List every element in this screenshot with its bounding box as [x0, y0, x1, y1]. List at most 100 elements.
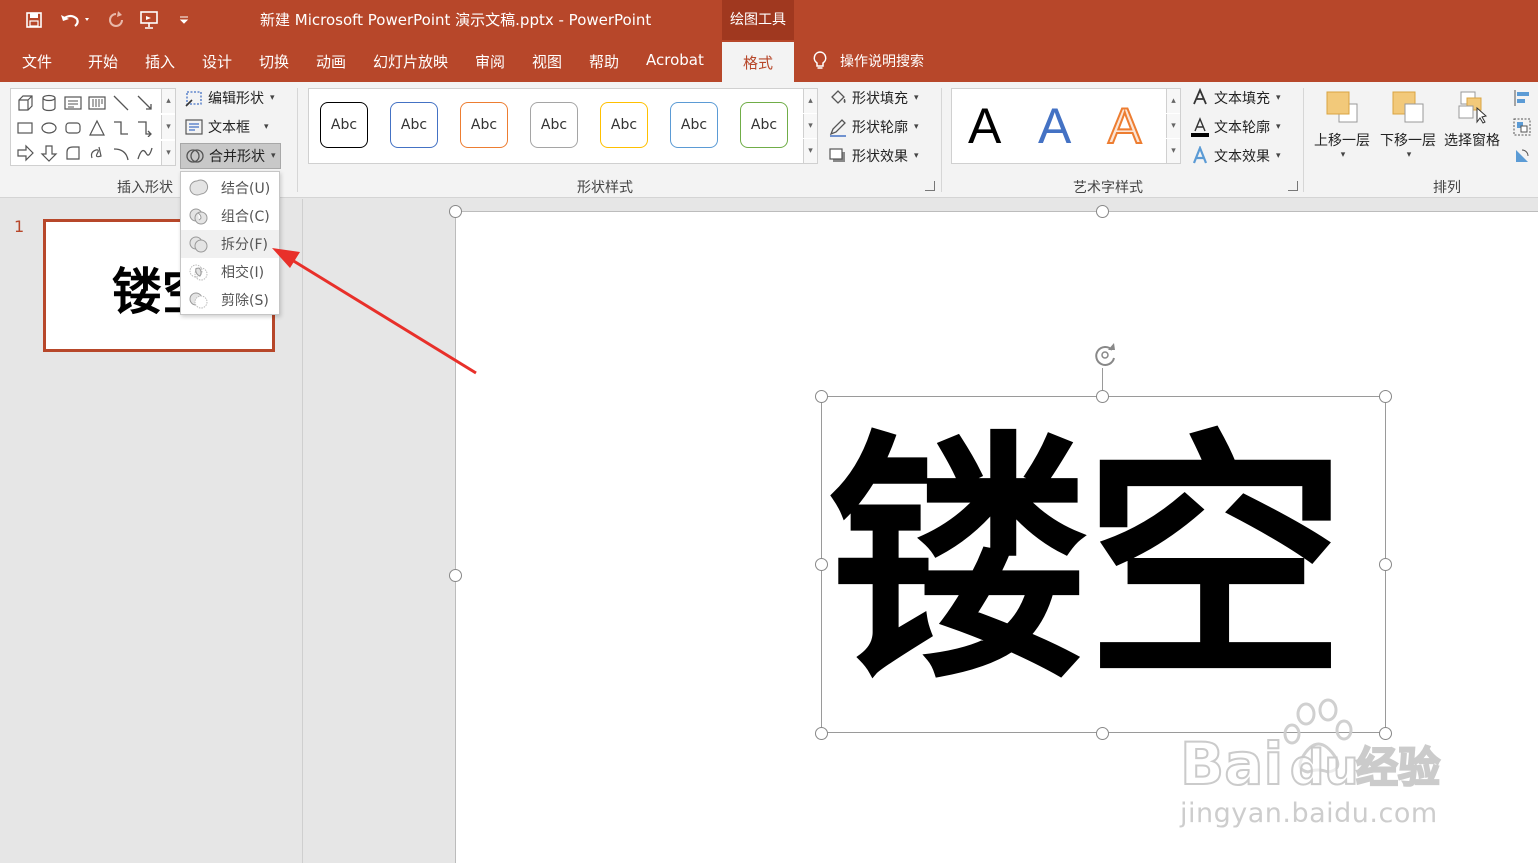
tab-help[interactable]: 帮助: [589, 51, 619, 72]
shape-fill-button[interactable]: 形状填充 ▾: [828, 88, 919, 108]
start-presentation-icon[interactable]: [138, 8, 162, 32]
slide-big-text[interactable]: 镂空: [828, 402, 1388, 722]
scribble-shape-icon[interactable]: [87, 143, 107, 163]
tab-slideshow[interactable]: 幻灯片放映: [373, 51, 448, 72]
tab-review[interactable]: 审阅: [475, 51, 505, 72]
wordart-styles-launcher-icon[interactable]: [1288, 181, 1298, 191]
placeholder-resize-handle-top-left[interactable]: [449, 205, 462, 218]
arc-shape-icon[interactable]: [111, 143, 131, 163]
customize-icon[interactable]: [172, 8, 196, 32]
shape-effects-button[interactable]: 形状效果 ▾: [828, 146, 919, 166]
drawing-tools-header: 绘图工具: [722, 0, 794, 42]
shape-resize-handle-left[interactable]: [815, 558, 828, 571]
down-arrow-shape-icon[interactable]: [39, 143, 59, 163]
elbow-connector-shape-icon[interactable]: [111, 118, 131, 138]
text-effects-button[interactable]: 文本效果 ▾: [1190, 146, 1281, 166]
shapes-gallery[interactable]: ▴ ▾ ▾: [10, 88, 176, 166]
edit-shape-button[interactable]: 编辑形状 ▾: [184, 88, 275, 108]
chevron-down-icon: ▾: [1406, 150, 1412, 160]
elbow-arrow-connector-shape-icon[interactable]: [135, 118, 155, 138]
text-box-button[interactable]: 文本框 ▾: [184, 117, 269, 137]
gallery-scroll-down-icon[interactable]: ▾: [1166, 114, 1180, 138]
freeform-shape-icon[interactable]: [63, 143, 83, 163]
line-shape-icon[interactable]: [111, 93, 131, 113]
bring-forward-button[interactable]: 上移一层 ▾: [1314, 90, 1370, 160]
tab-format[interactable]: 格式: [722, 42, 794, 82]
tab-animations[interactable]: 动画: [316, 51, 346, 72]
group-objects-button[interactable]: [1512, 117, 1532, 137]
gallery-scroll-down-icon[interactable]: ▾: [803, 114, 817, 138]
menu-item-intersect[interactable]: 相交(I): [181, 258, 279, 286]
group-objects-icon: [1512, 117, 1532, 137]
shape-style-preset-6[interactable]: Abc: [670, 102, 718, 148]
shape-style-preset-5[interactable]: Abc: [600, 102, 648, 148]
rectangle-shape-icon[interactable]: [15, 118, 35, 138]
cylinder-shape-icon[interactable]: [39, 93, 59, 113]
placeholder-resize-handle-top[interactable]: [1096, 205, 1109, 218]
tab-view[interactable]: 视图: [532, 51, 562, 72]
gallery-scroll-up-icon[interactable]: ▴: [803, 89, 817, 113]
wordart-preset-black[interactable]: A: [968, 93, 1001, 159]
align-button[interactable]: [1512, 88, 1532, 108]
shape-style-preset-7[interactable]: Abc: [740, 102, 788, 148]
placeholder-resize-handle-left[interactable]: [449, 569, 462, 582]
tab-insert[interactable]: 插入: [145, 51, 175, 72]
gallery-scroll-down-icon[interactable]: ▾: [161, 115, 175, 139]
tab-file[interactable]: 文件: [22, 51, 52, 72]
shape-resize-handle-bottom[interactable]: [1096, 727, 1109, 740]
tab-transitions[interactable]: 切换: [259, 51, 289, 72]
shape-outline-button[interactable]: 形状轮廓 ▾: [828, 117, 919, 137]
gallery-scroll-up-icon[interactable]: ▴: [161, 89, 175, 113]
tab-home[interactable]: 开始: [88, 51, 118, 72]
selection-pane-button[interactable]: 选择窗格: [1444, 90, 1500, 150]
chevron-down-icon: ▾: [1276, 93, 1281, 103]
shape-styles-gallery[interactable]: Abc Abc Abc Abc Abc Abc Abc ▴ ▾ ▾: [308, 88, 818, 164]
menu-item-combine[interactable]: 组合(C): [181, 202, 279, 230]
menu-item-subtract[interactable]: 剪除(S): [181, 286, 279, 314]
rounded-rectangle-shape-icon[interactable]: [63, 118, 83, 138]
cube-shape-icon[interactable]: [15, 93, 35, 113]
shape-resize-handle-bottom-left[interactable]: [815, 727, 828, 740]
gallery-more-icon[interactable]: ▾: [161, 141, 175, 165]
merge-shapes-button[interactable]: 合并形状 ▾: [180, 143, 281, 169]
menu-item-union[interactable]: 结合(U): [181, 174, 279, 202]
undo-icon[interactable]: [58, 8, 94, 32]
shape-resize-handle-top-left[interactable]: [815, 390, 828, 403]
right-arrow-shape-icon[interactable]: [15, 143, 35, 163]
shape-resize-handle-top-right[interactable]: [1379, 390, 1392, 403]
send-backward-button[interactable]: 下移一层 ▾: [1380, 90, 1436, 160]
text-box-icon: [184, 117, 204, 137]
wordart-styles-gallery[interactable]: A A A ▴ ▾ ▾: [951, 88, 1181, 164]
chevron-down-icon: ▾: [270, 93, 275, 103]
wordart-preset-blue[interactable]: A: [1038, 93, 1071, 159]
oval-shape-icon[interactable]: [39, 118, 59, 138]
redo-icon[interactable]: [104, 8, 128, 32]
wordart-preset-orange-outline[interactable]: A: [1107, 93, 1142, 159]
gallery-more-icon[interactable]: ▾: [1166, 139, 1180, 163]
curve-shape-icon[interactable]: [135, 143, 155, 163]
menu-item-fragment[interactable]: 拆分(F): [181, 230, 279, 258]
shape-style-preset-2[interactable]: Abc: [390, 102, 438, 148]
shape-styles-launcher-icon[interactable]: [925, 181, 935, 191]
gallery-scroll-up-icon[interactable]: ▴: [1166, 89, 1180, 113]
tab-design[interactable]: 设计: [202, 51, 232, 72]
shape-resize-handle-top[interactable]: [1096, 390, 1109, 403]
rotate-button[interactable]: [1512, 146, 1532, 166]
arrange-group-label: 排列: [1433, 180, 1461, 196]
shape-style-preset-1[interactable]: Abc: [320, 102, 368, 148]
text-outline-button[interactable]: 文本轮廓 ▾: [1190, 117, 1281, 137]
vertical-textbox-shape-icon[interactable]: [87, 93, 107, 113]
arrow-line-shape-icon[interactable]: [135, 93, 155, 113]
text-fill-button[interactable]: 文本填充 ▾: [1190, 88, 1281, 108]
rotate-handle-icon[interactable]: [1090, 340, 1120, 370]
textbox-shape-icon[interactable]: [63, 93, 83, 113]
tab-acrobat[interactable]: Acrobat: [646, 51, 704, 69]
triangle-shape-icon[interactable]: [87, 118, 107, 138]
gallery-more-icon[interactable]: ▾: [803, 139, 817, 163]
shape-style-preset-4[interactable]: Abc: [530, 102, 578, 148]
save-icon[interactable]: [22, 8, 46, 32]
tell-me-search[interactable]: 操作说明搜索: [812, 51, 924, 71]
shape-resize-handle-right[interactable]: [1379, 558, 1392, 571]
shape-style-preset-3[interactable]: Abc: [460, 102, 508, 148]
chevron-down-icon: ▾: [1276, 122, 1281, 132]
